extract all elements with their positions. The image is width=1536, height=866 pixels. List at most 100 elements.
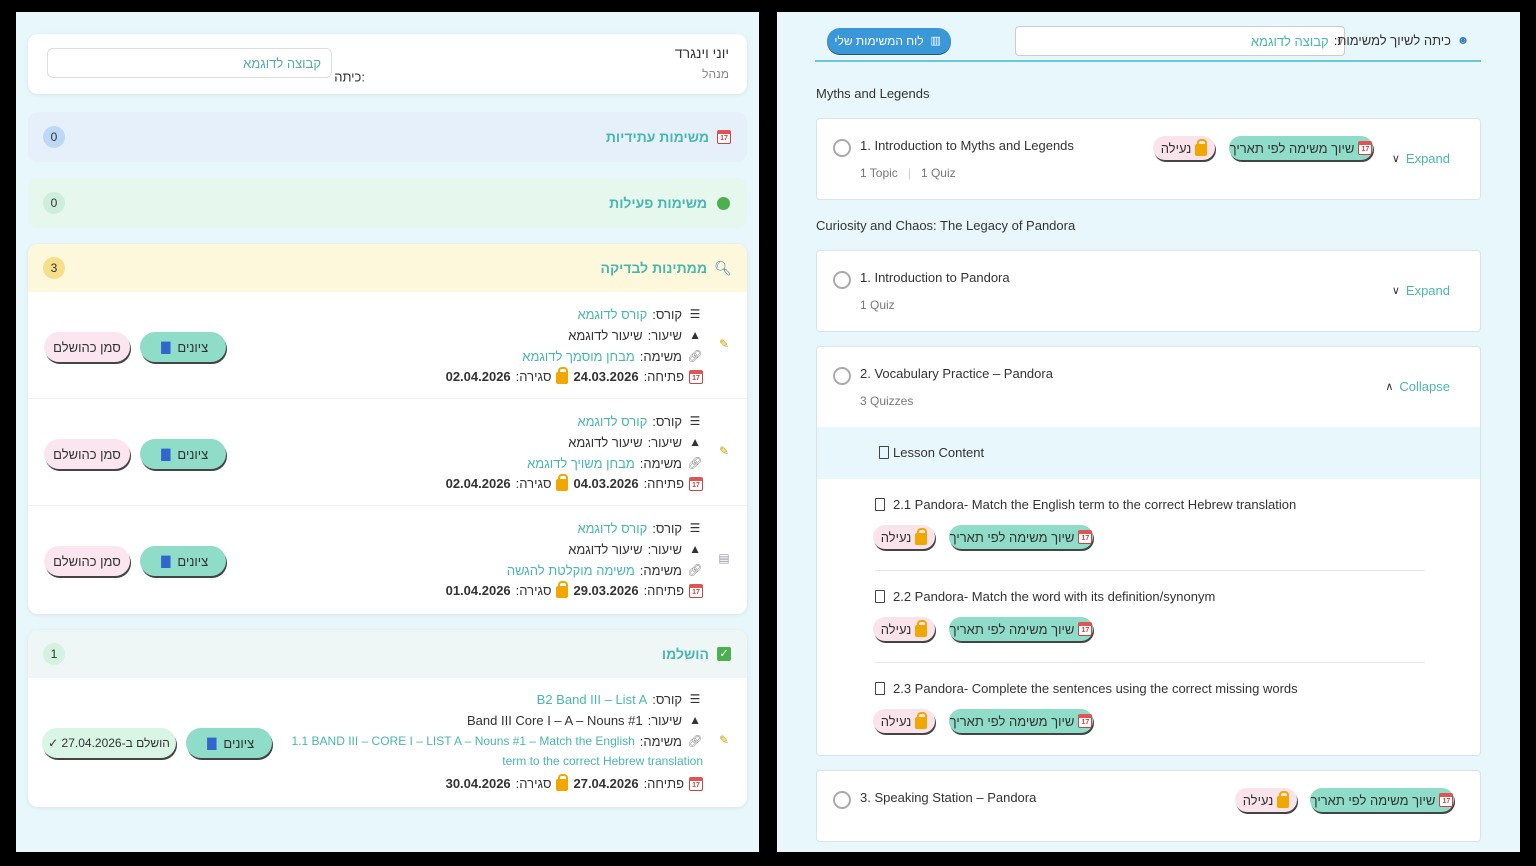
assign-by-date-button[interactable]: 17 שיוך משימה לפי תאריך bbox=[949, 525, 1093, 549]
pending-item: ▤ ☰ קורס: קורס לדוגמא ▲ שיעור: שיעור לדוגמא … bbox=[28, 506, 747, 613]
course-assign-panel: ▥ לוח המשימות שלי ∨ קבוצה לדוגמא ☻ כיתה לש… bbox=[777, 12, 1520, 852]
mark-done-button[interactable]: סמן כהושלם bbox=[44, 332, 130, 362]
class-select[interactable]: ∨ קבוצה לדוגמא bbox=[1015, 26, 1345, 56]
lesson-radio[interactable] bbox=[833, 139, 851, 157]
quiz-title[interactable]: 2.2 Pandora- Match the word with its def… bbox=[893, 589, 1215, 604]
quiz-icon bbox=[875, 498, 885, 511]
grades-button[interactable]: ▇ ציונים bbox=[186, 728, 272, 758]
books-icon: ☰ bbox=[689, 521, 701, 535]
task-link-cont[interactable]: term to the correct Hebrew translation bbox=[502, 754, 703, 768]
pending-item: ✎ ☰ קורס: קורס לדוגמא ▲ שיעור: שיעור לדוגמא … bbox=[28, 399, 747, 506]
lesson-title[interactable]: 3. Speaking Station – Pandora bbox=[860, 790, 1036, 805]
close-date: 30.04.2026 bbox=[445, 776, 511, 791]
calendar-icon: 17 bbox=[689, 776, 703, 791]
collapse-button[interactable]: ∧ Collapse bbox=[1385, 379, 1450, 394]
assign-by-date-button[interactable]: 17 שיוך משימה לפי תאריך bbox=[1229, 136, 1373, 160]
assign-by-date-button[interactable]: 17 שיוך משימה לפי תאריך bbox=[1310, 788, 1454, 812]
calendar-icon: 17 bbox=[1078, 622, 1093, 636]
calendar-icon: 17 bbox=[689, 369, 703, 384]
user-role: מנהל bbox=[702, 67, 729, 81]
grades-button[interactable]: ▇ ציונים bbox=[140, 439, 226, 469]
quiz-title[interactable]: 2.3 Pandora- Complete the sentences usin… bbox=[893, 681, 1298, 696]
module-title: Myths and Legends bbox=[816, 86, 930, 101]
calendar-icon: 17 bbox=[1078, 530, 1093, 544]
course-link[interactable]: קורס לדוגמא bbox=[577, 521, 647, 536]
calendar-icon: 17 bbox=[689, 583, 703, 598]
lock-button[interactable]: נעילה bbox=[873, 525, 935, 549]
assign-by-date-button[interactable]: 17 שיוך משימה לפי תאריך bbox=[949, 617, 1093, 641]
quiz-title[interactable]: 2.1 Pandora- Match the English term to t… bbox=[893, 497, 1296, 512]
close-date: 02.04.2026 bbox=[445, 369, 511, 384]
link-icon: 🔗︎ bbox=[687, 734, 703, 748]
class-input[interactable]: קבוצה לדוגמא bbox=[47, 48, 332, 78]
pending-review-header[interactable]: ממתינות לבדיקה 🔍︎ 3 bbox=[28, 244, 747, 292]
lesson-radio[interactable] bbox=[833, 271, 851, 289]
lesson-quiz-count: 3 Quizzes bbox=[860, 394, 914, 408]
my-task-board-button[interactable]: ▥ לוח המשימות שלי bbox=[827, 28, 951, 54]
active-tasks-section[interactable]: משימות פעילות 0 bbox=[28, 178, 747, 228]
lesson-title[interactable]: 2. Vocabulary Practice – Pandora bbox=[860, 366, 1053, 381]
task-link[interactable]: 1.1 BAND III – CORE I – LIST A – Nouns #… bbox=[292, 734, 635, 748]
calendar-icon: 17 bbox=[717, 130, 731, 144]
lock-button[interactable]: נעילה bbox=[873, 617, 935, 641]
lesson-content-label: Lesson Content bbox=[893, 445, 985, 460]
open-date: 04.03.2026 bbox=[573, 476, 639, 491]
course-link[interactable]: B2 Band III – List A bbox=[537, 692, 648, 707]
task-link[interactable]: מבחן מוסמך לדוגמא bbox=[522, 349, 635, 364]
calendar-icon: 17 bbox=[1439, 793, 1454, 807]
lock-button[interactable]: נעילה bbox=[873, 709, 935, 733]
completed-title: הושלמו bbox=[661, 646, 709, 662]
module-title: Curiosity and Chaos: The Legacy of Pando… bbox=[816, 218, 1076, 233]
books-icon: ☰ bbox=[689, 414, 701, 428]
assign-by-date-button[interactable]: 17 שיוך משימה לפי תאריך bbox=[949, 709, 1093, 733]
lesson-title[interactable]: 1. Introduction to Myths and Legends bbox=[860, 138, 1074, 153]
chevron-up-icon: ∧ bbox=[1385, 381, 1394, 393]
lock-button[interactable]: נעילה bbox=[1153, 136, 1215, 160]
memo-icon: ✎ bbox=[718, 733, 730, 747]
mark-done-button[interactable]: סמן כהושלם bbox=[44, 546, 130, 576]
future-tasks-section[interactable]: משימות עתידיות 17 0 bbox=[28, 112, 747, 162]
close-date: 02.04.2026 bbox=[445, 476, 511, 491]
lock-icon bbox=[556, 474, 569, 491]
user-bar: יוני וינגרד מנהל כיתה: קבוצה לדוגמא bbox=[28, 34, 747, 94]
green-dot-icon bbox=[715, 195, 731, 211]
magnifier-icon: 🔍︎ bbox=[714, 260, 732, 276]
lock-icon bbox=[1195, 138, 1208, 156]
books-icon: ☰ bbox=[689, 307, 701, 321]
pending-review-title: ממתינות לבדיקה bbox=[600, 260, 707, 276]
graduation-cap-icon: ▲ bbox=[689, 542, 701, 556]
bar-chart-icon: ▇ bbox=[207, 736, 217, 750]
expand-button[interactable]: ∨ Expand bbox=[1392, 283, 1450, 298]
open-date: 29.03.2026 bbox=[573, 583, 639, 598]
course-link[interactable]: קורס לדוגמא bbox=[577, 307, 647, 322]
expand-button[interactable]: ∨ Expand bbox=[1392, 151, 1450, 166]
lock-icon bbox=[915, 619, 928, 637]
grades-button[interactable]: ▇ ציונים bbox=[140, 546, 226, 576]
task-link[interactable]: משימה מוקלטת להגשה bbox=[507, 563, 635, 578]
mark-done-button[interactable]: סמן כהושלם bbox=[44, 439, 130, 469]
lesson-name: Band III Core I – A – Nouns #1 bbox=[467, 712, 643, 728]
lesson-radio[interactable] bbox=[833, 791, 851, 809]
lesson-title[interactable]: 1. Introduction to Pandora bbox=[860, 270, 1010, 285]
course-link[interactable]: קורס לדוגמא bbox=[577, 414, 647, 429]
lock-button[interactable]: נעילה bbox=[1235, 788, 1297, 812]
completed-header[interactable]: הושלמו ✓ 1 bbox=[28, 630, 747, 678]
assign-class-label: כיתה לשיוך למשימות: bbox=[1333, 32, 1451, 48]
completed-count-badge: 1 bbox=[43, 643, 65, 665]
checkbox-icon: ✓ bbox=[717, 647, 731, 661]
lesson-quiz-count: 1 Quiz bbox=[920, 166, 956, 180]
lesson-radio[interactable] bbox=[833, 367, 851, 385]
lesson-card-expanded: 2. Vocabulary Practice – Pandora 3 Quizz… bbox=[816, 346, 1481, 756]
lesson-name: שיעור לדוגמא bbox=[568, 434, 643, 450]
user-name: יוני וינגרד bbox=[674, 45, 729, 61]
graduation-cap-icon: ▲ bbox=[689, 435, 701, 449]
graduation-cap-icon: ▲ bbox=[689, 328, 701, 342]
grades-button[interactable]: ▇ ציונים bbox=[140, 332, 226, 362]
lock-icon bbox=[556, 367, 569, 384]
completed-card: הושלמו ✓ 1 ✎ ☰ קורס: B2 Band III – List A … bbox=[28, 630, 747, 807]
lesson-content-bar: Lesson Content bbox=[817, 427, 1480, 479]
bar-chart-icon: ▇ bbox=[161, 554, 171, 568]
graduation-cap-icon: ▲ bbox=[689, 713, 701, 727]
class-label: כיתה: bbox=[334, 69, 365, 85]
task-link[interactable]: מבחן משויך לדוגמא bbox=[527, 456, 635, 471]
